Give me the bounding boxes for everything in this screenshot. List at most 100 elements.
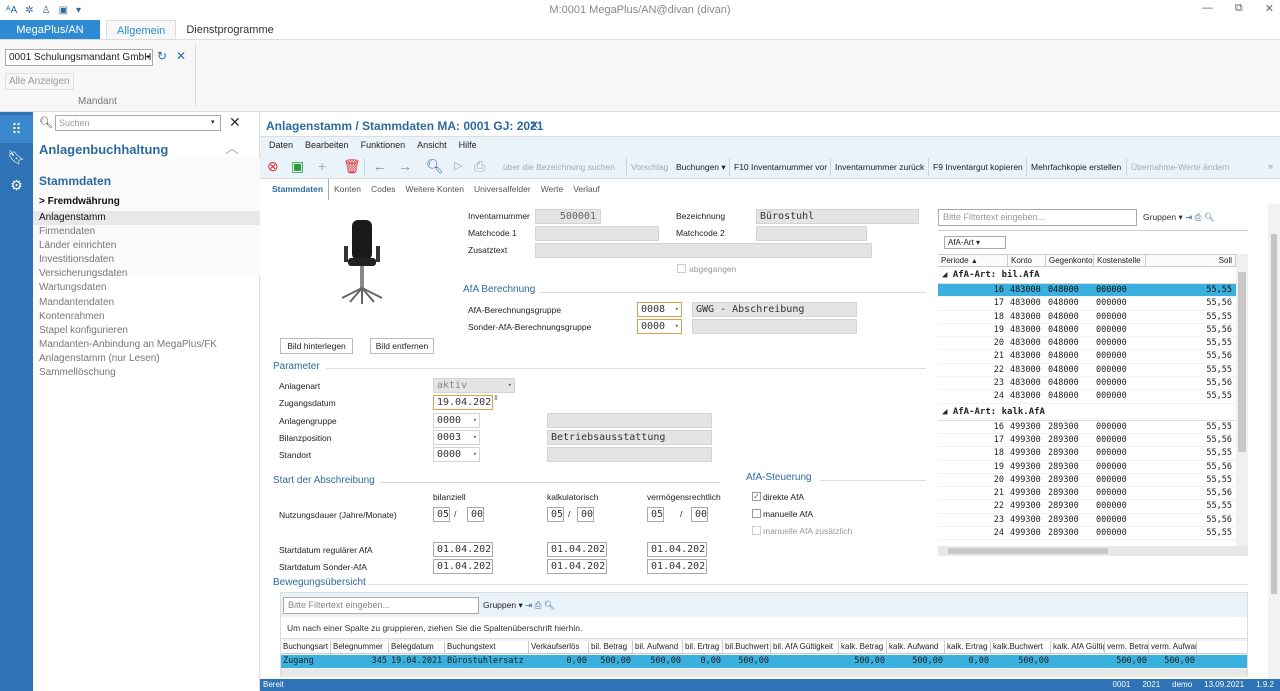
table-row[interactable]: 18 483000 048000 000000 55,55 [938,311,1236,324]
sidebar-item-stapel[interactable]: Stapel konfigurieren [33,324,260,338]
bew-filter-input[interactable]: Bitte Filtertext eingeben... [283,597,479,614]
table-row[interactable]: 16 483000 048000 000000 55,55 [938,284,1236,298]
column-header[interactable]: verm. Betrag [1105,641,1149,654]
table-row[interactable]: 24 483000 048000 000000 55,55 [938,390,1236,404]
gruppen-dropdown[interactable]: Gruppen ▾ [483,600,523,610]
multi-copy-button[interactable]: Mehrfachkopie erstellen [1031,162,1121,172]
font-size-icon[interactable]: ᴬA [6,5,17,16]
table-row[interactable]: 21 483000 048000 000000 55,56 [938,350,1236,364]
sonder-gruppe-field[interactable]: 0000 ▾ [637,319,682,334]
tab-stammdaten[interactable]: Stammdaten [267,179,330,200]
vorschlag-button[interactable]: Vorschlag [631,162,668,172]
zoom-icon[interactable]: 🔍︎ [1204,212,1215,222]
sidebar-item-anbindung[interactable]: Mandanten-Anbindung an MegaPlus/FK [33,338,260,352]
menu-hilfe[interactable]: Hilfe [459,137,477,154]
sidebar-item-anlagenstamm-readonly[interactable]: Anlagenstamm (nur Lesen) [33,352,260,366]
tab-dienstprogramme[interactable]: Dienstprogramme [176,20,283,39]
menu-funktionen[interactable]: Funktionen [361,137,406,154]
print-icon[interactable]: ⎙ [474,159,485,174]
sidebar-item-sammelloeschung[interactable]: Sammellöschung [33,366,260,380]
table-row[interactable]: 19 483000 048000 000000 55,56 [938,324,1236,338]
abgegangen-checkbox[interactable] [677,264,686,273]
save-icon[interactable]: ▣ [59,5,68,16]
close-window-icon[interactable]: ✕ [1265,2,1274,15]
bilanzposition-field[interactable]: 0003 ▾ [433,430,480,445]
previous-inventory-button[interactable]: Inventarnummer zurück [835,162,924,172]
table-row[interactable]: 20 483000 048000 000000 55,55 [938,337,1236,351]
scroll-thumb[interactable] [1271,234,1277,594]
search-icon[interactable]: 🔍︎ [426,159,444,174]
zugangsdatum-field[interactable]: 19.04.2021 [433,395,493,410]
f9-copy-button[interactable]: F9 Inventargut kopieren [933,162,1023,172]
sidebar-item-versicherungsdaten[interactable]: Versicherungsdaten [33,267,260,281]
group-collapse-icon[interactable]: ◢ [942,270,953,280]
print-icon[interactable]: ⎙ [535,600,542,610]
mandant-select[interactable]: 0001 Schulungsmandant GmbH ▾ [5,49,153,66]
column-header[interactable]: bil. Ertrag [683,641,723,654]
gruppen-dropdown[interactable]: Gruppen ▾ [1143,212,1183,222]
afa-hscrollbar[interactable] [938,546,1248,556]
start-regulaer-verm[interactable]: 01.04.2021 [647,542,707,557]
sidebar-item-mandantendaten[interactable]: Mandantendaten [33,296,260,310]
matchcode1-field[interactable] [535,226,659,241]
bild-entfernen-button[interactable]: Bild entfernen [370,338,434,354]
column-header[interactable]: bil. Aufwand [633,641,683,654]
table-row[interactable]: 21 499300 289300 000000 55,56 [938,487,1236,501]
app-menu-tab[interactable]: MegaPlus/AN [0,20,100,39]
save-icon[interactable]: ▣ [291,159,304,174]
start-regulaer-bil[interactable]: 01.04.2021 [433,542,493,557]
show-all-button[interactable]: Alle Anzeigen [5,73,74,90]
table-row[interactable]: 23 499300 289300 000000 55,56 [938,514,1236,528]
col-kostenstelle[interactable]: Kostenstelle [1094,255,1146,266]
sidebar-search-input[interactable]: Suchen [55,115,221,131]
afa-vscrollbar[interactable] [1236,254,1248,546]
buchungen-button[interactable]: Buchungen ▾ [676,162,726,173]
tab-verlauf[interactable]: Verlauf [568,179,604,200]
start-sonder-verm[interactable]: 01.04.2021 [647,559,707,574]
sidebar-item-firmendaten[interactable]: Firmendaten [33,225,260,239]
clear-search-icon[interactable]: ✕ [229,114,241,131]
f10-next-button[interactable]: F10 Inventarnummer vor [734,162,827,172]
anlagenart-field[interactable]: aktiv ▾ [433,378,515,393]
col-gegenkonto[interactable]: Gegenkonto [1046,255,1094,266]
nd-kalk-months[interactable]: 00 [577,507,594,522]
zusatztext-field[interactable] [535,243,872,258]
overflow-icon[interactable]: » [1268,159,1273,174]
col-soll[interactable]: Soll [1146,255,1236,266]
nd-bil-years[interactable]: 05 [433,507,450,522]
col-periode[interactable]: Periode ▲ [938,255,1008,266]
column-header[interactable]: verm. Aufwan [1149,641,1197,654]
menu-daten[interactable]: Daten [269,137,293,154]
table-row[interactable]: 24 499300 289300 000000 55,55 [938,527,1236,541]
play-icon[interactable]: ▷ [454,159,462,174]
table-row[interactable]: 17 483000 048000 000000 55,56 [938,297,1236,311]
customize-dropdown-icon[interactable]: ▾ [76,5,81,16]
sidebar-item-laender[interactable]: Länder einrichten [33,239,260,253]
table-row[interactable]: 16 499300 289300 000000 55,55 [938,421,1236,434]
column-header[interactable]: bil. AfA Gültigkeit [771,641,839,654]
column-header[interactable]: kalk. AfA Gültigkeit [1051,641,1105,654]
add-icon[interactable]: + [318,159,326,174]
close-tab-icon[interactable]: ✕ [529,118,539,132]
restore-icon[interactable]: ⧉ [1235,2,1243,15]
cancel-icon[interactable]: ⊗ [267,159,279,174]
tab-weitere-konten[interactable]: Weitere Konten [401,179,469,200]
start-sonder-bil[interactable]: 01.04.2021 [433,559,493,574]
group-collapse-icon[interactable]: ◢ [942,407,953,417]
arrow-left-icon[interactable]: ← [373,159,387,174]
column-header[interactable]: Belegnummer [331,641,389,654]
nd-bil-months[interactable]: 00 [467,507,484,522]
direkte-afa-checkbox[interactable]: ✓ [752,492,761,501]
start-sonder-kalk[interactable]: 01.04.2021 [547,559,607,574]
sidebar-item-investitionsdaten[interactable]: Investitionsdaten [33,253,260,267]
table-row[interactable]: Zugang 345 19.04.2021 Bürostuhlersatz 0,00 50… [281,655,1247,668]
nd-kalk-years[interactable]: 05 [547,507,564,522]
group-chip-afa-art[interactable]: AfA-Art ▾ [944,236,1006,249]
modules-icon[interactable]: ⠿ [0,115,33,143]
column-header[interactable]: Buchungsart [281,641,331,654]
manuelle-afa-checkbox[interactable] [752,509,761,518]
table-row[interactable]: 19 499300 289300 000000 55,56 [938,461,1236,474]
column-header[interactable]: kalk. Betrag [839,641,887,654]
table-row[interactable]: 22 499300 289300 000000 55,55 [938,500,1236,514]
scroll-thumb[interactable] [1238,272,1246,452]
